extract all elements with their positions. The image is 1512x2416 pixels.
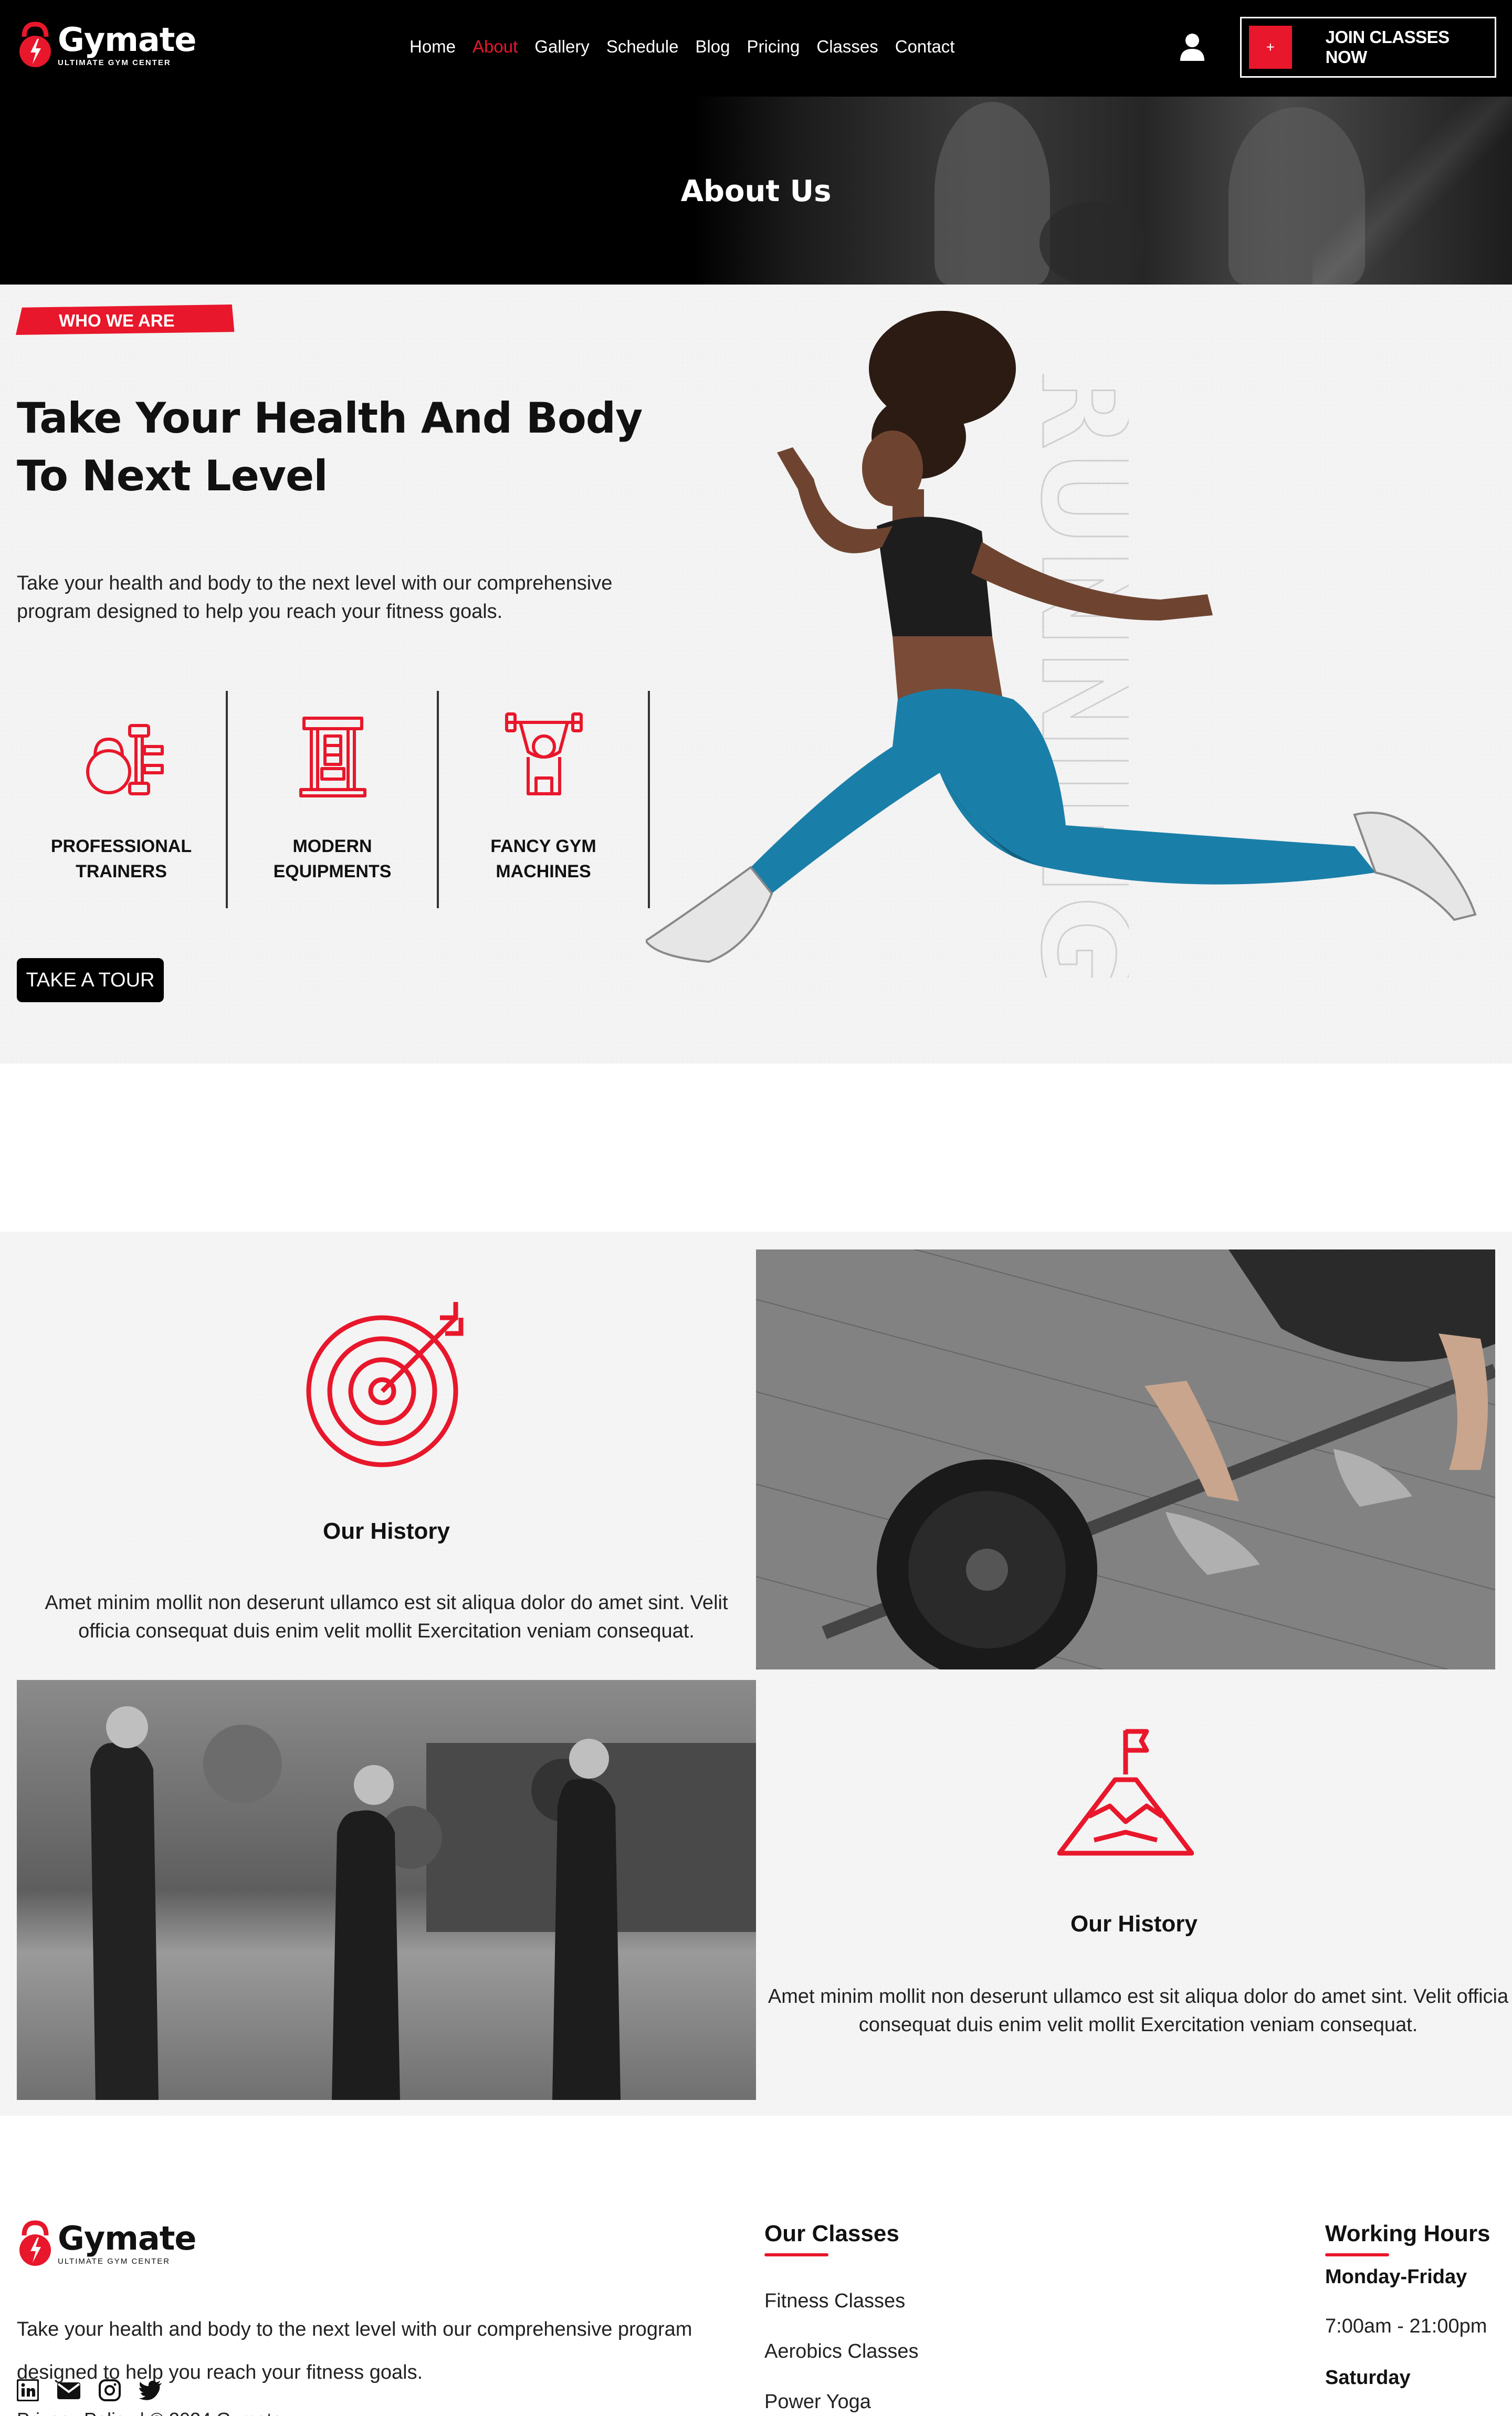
feature-label-line: PROFESSIONAL	[50, 836, 192, 856]
footer-class-link[interactable]: Aerobics Classes	[764, 2340, 919, 2363]
feature-item: PROFESSIONAL TRAINERS	[17, 691, 228, 908]
brand-name: Gymate	[58, 2219, 196, 2257]
nav-item-pricing[interactable]: Pricing	[747, 37, 800, 57]
history-card: Our History Amet minim mollit non deseru…	[756, 1680, 1512, 2100]
about-section: WHO WE ARE Take Your Health And Body To …	[0, 285, 1512, 1064]
plus-icon: +	[1249, 26, 1292, 69]
nav-item-classes[interactable]: Classes	[816, 37, 878, 57]
feature-label-line: TRAINERS	[76, 862, 167, 881]
hours-day: Monday-Friday	[1325, 2266, 1467, 2288]
take-tour-button[interactable]: TAKE A TOUR	[17, 958, 164, 1002]
feature-label-line: MODERN	[292, 836, 372, 856]
linkedin-icon[interactable]	[17, 2379, 39, 2401]
barbell-photo	[756, 1249, 1495, 1669]
about-description: Take your health and body to the next le…	[17, 572, 613, 623]
hours-time: 7:00am - 21:00pm	[1325, 2315, 1487, 2337]
title-underline	[1325, 2253, 1389, 2256]
feature-label-line: EQUIPMENTS	[273, 862, 392, 881]
group-training-photo	[17, 1680, 756, 2100]
mountain-flag-icon	[1057, 1729, 1194, 1856]
brand-logo[interactable]: Gymate ULTIMATE GYM CENTER	[17, 21, 196, 69]
instagram-icon[interactable]	[99, 2379, 121, 2401]
brand-name: Gymate	[58, 20, 196, 59]
footer-class-link[interactable]: Power Yoga	[764, 2391, 871, 2413]
history-card: Our History Amet minim mollit non deseru…	[17, 1249, 756, 1669]
nav-item-contact[interactable]: Contact	[895, 37, 955, 57]
nav-item-gallery[interactable]: Gallery	[534, 37, 590, 57]
social-links	[17, 2379, 163, 2401]
title-underline	[764, 2253, 828, 2256]
copyright-text: Privacy Policy | © 2024 Gymate	[17, 2409, 282, 2416]
page-banner: About Us	[0, 97, 1512, 285]
nav-item-blog[interactable]: Blog	[695, 37, 730, 57]
twitter-icon[interactable]	[139, 2379, 163, 2401]
footer-class-link[interactable]: Fitness Classes	[764, 2290, 905, 2313]
site-footer: Gymate ULTIMATE GYM CENTER Take your hea…	[0, 2116, 1512, 2416]
kettlebell-icon	[86, 724, 164, 795]
join-classes-button[interactable]: + JOIN CLASSES NOW	[1240, 17, 1496, 78]
join-classes-label: JOIN CLASSES NOW	[1325, 27, 1450, 67]
feature-label-line: MACHINES	[496, 862, 591, 881]
history-card-text: Amet minim mollit non deserunt ullamco e…	[45, 1592, 728, 1642]
feature-list: PROFESSIONAL TRAINERS MODERN EQUIPMENTS	[17, 691, 652, 908]
footer-hours-title: Working Hours	[1325, 2221, 1490, 2246]
nav-item-about[interactable]: About	[472, 37, 518, 57]
feature-item: FANCY GYM MACHINES	[439, 691, 650, 908]
history-card-title: Our History	[322, 1518, 450, 1544]
kettlebell-logo-icon	[19, 22, 51, 67]
target-icon	[306, 1302, 464, 1467]
page-title: About Us	[680, 174, 832, 208]
weightlifter-icon	[505, 712, 583, 795]
feature-item: MODERN EQUIPMENTS	[228, 691, 439, 908]
runner-photo	[646, 311, 1477, 963]
history-card-title: Our History	[1070, 1911, 1198, 1937]
main-nav: Home About Gallery Schedule Blog Pricing…	[410, 37, 954, 57]
kettlebell-logo-icon	[19, 2220, 51, 2266]
user-icon[interactable]	[1179, 33, 1205, 61]
email-icon[interactable]	[57, 2379, 81, 2401]
nav-item-home[interactable]: Home	[410, 37, 456, 57]
brand-tagline: ULTIMATE GYM CENTER	[58, 58, 171, 67]
feature-label-line: FANCY GYM	[490, 836, 596, 856]
brand-tagline: ULTIMATE GYM CENTER	[58, 2256, 171, 2266]
footer-classes-title: Our Classes	[764, 2221, 899, 2246]
gym-machine-icon	[299, 717, 366, 797]
site-header: Gymate ULTIMATE GYM CENTER Home About Ga…	[0, 0, 1512, 97]
about-heading: Take Your Health And Body To Next Level	[17, 394, 643, 500]
nav-item-schedule[interactable]: Schedule	[606, 37, 679, 57]
hours-day: Saturday	[1325, 2367, 1411, 2389]
history-card-text: Amet minim mollit non deserunt ullamco e…	[768, 1986, 1509, 2036]
history-section: Our History Amet minim mollit non deseru…	[0, 1232, 1512, 2116]
section-badge: WHO WE ARE	[59, 311, 175, 330]
footer-brand-logo[interactable]: Gymate ULTIMATE GYM CENTER	[17, 2220, 196, 2268]
